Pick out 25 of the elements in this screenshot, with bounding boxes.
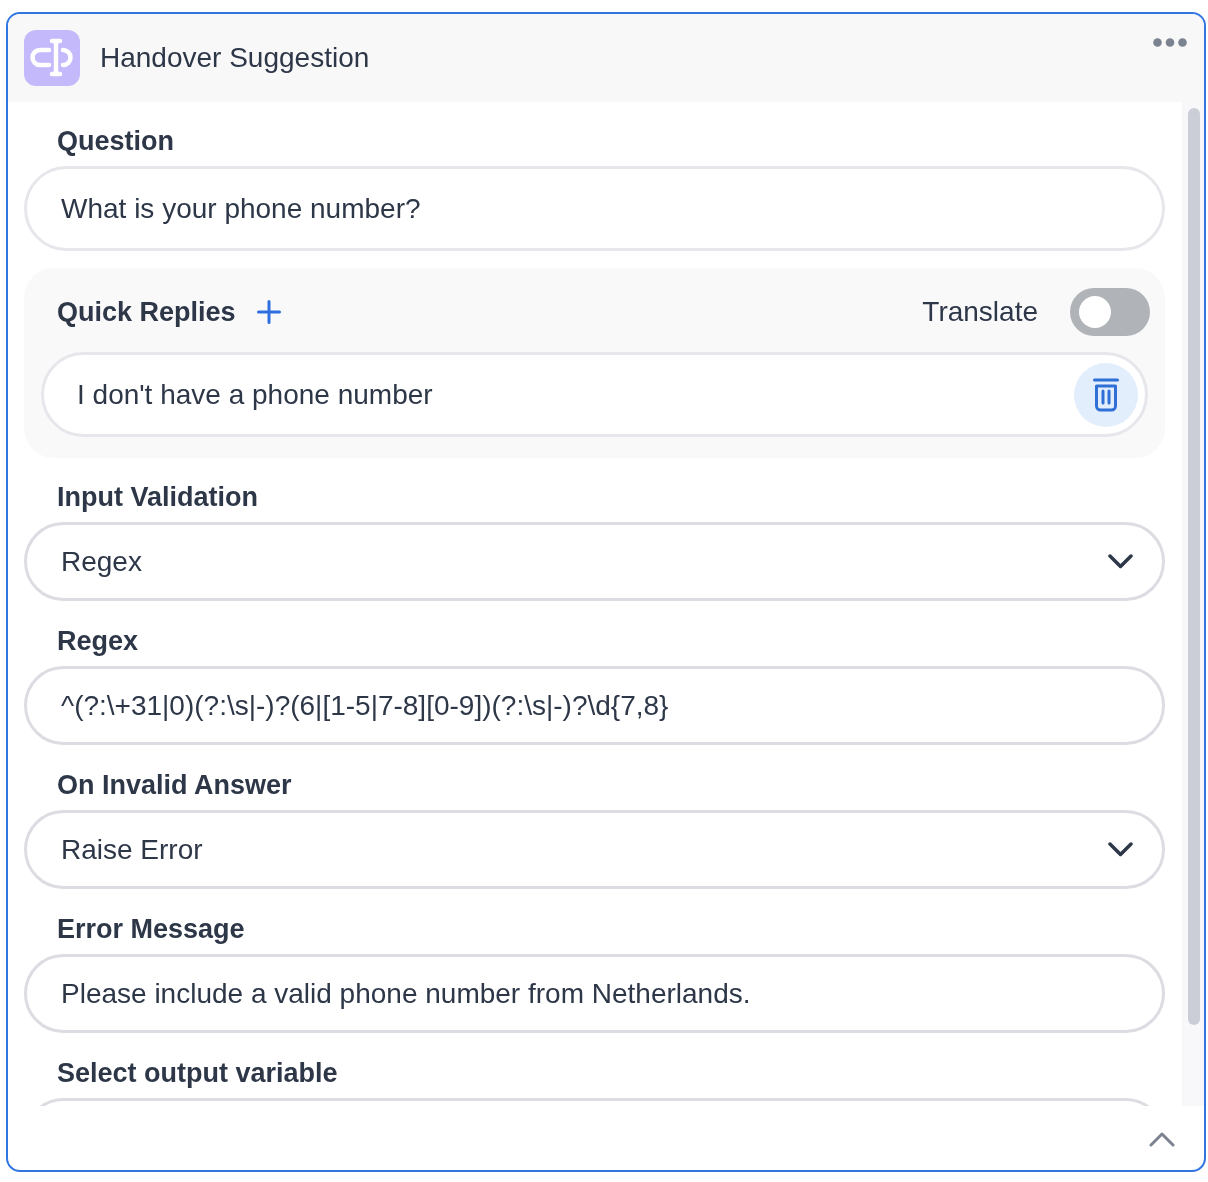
text-field[interactable]: Please include a valid phone number from Netherlands. <box>24 954 1165 1033</box>
text-field[interactable]: What is your phone number? <box>24 166 1165 251</box>
translate-label: Translate <box>922 295 1038 329</box>
translate-toggle[interactable] <box>1070 288 1150 336</box>
field-label: Question <box>56 125 174 157</box>
text-cursor-icon <box>24 30 80 86</box>
card-title: Handover Suggestion <box>100 41 370 75</box>
dropdown-field[interactable]: Raise Error <box>24 810 1165 889</box>
field-label: Select output variable <box>56 1057 338 1089</box>
field-label: Input Validation <box>56 481 258 513</box>
section-label: Quick Replies <box>56 296 236 328</box>
field-label: On Invalid Answer <box>56 769 292 801</box>
chevron-down-icon <box>1108 842 1133 857</box>
more-icon[interactable] <box>1153 38 1187 47</box>
field-label: Error Message <box>56 913 245 945</box>
trash-icon <box>1093 377 1119 412</box>
scrollbar[interactable] <box>1188 108 1200 1025</box>
field-label: Regex <box>56 625 139 657</box>
dropdown-field[interactable]: Regex <box>24 522 1165 601</box>
add-icon[interactable] <box>256 300 281 324</box>
chevron-down-icon <box>1108 554 1133 569</box>
chevron-up-icon[interactable] <box>1149 1131 1175 1147</box>
delete-button[interactable] <box>1074 362 1138 427</box>
text-field[interactable]: ^(?:\+31|0)(?:\s|-)?(6|[1-5|7-8][0-9])(?:\s|-)?\d{7,8} <box>24 666 1165 745</box>
reply-field[interactable]: I don't have a phone number <box>41 352 1148 437</box>
